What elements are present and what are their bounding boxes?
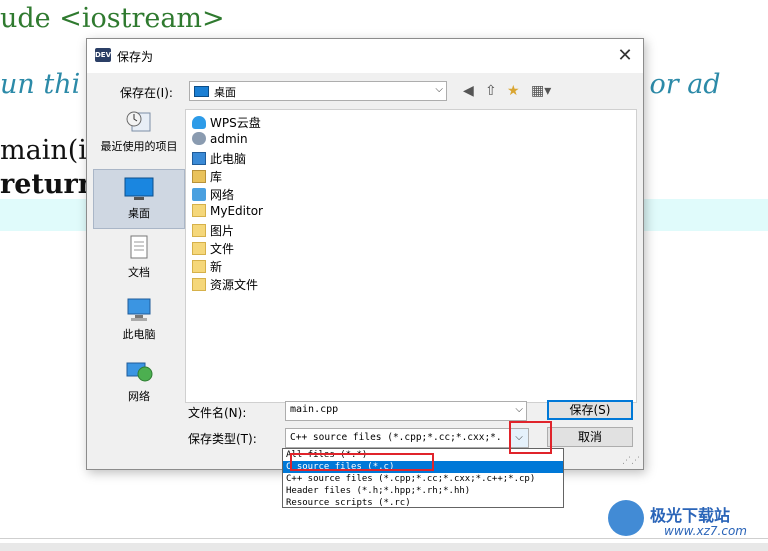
desktop-icon	[124, 177, 154, 200]
folder-icon	[192, 224, 206, 237]
dialog-title: 保存为	[117, 50, 154, 64]
list-item[interactable]: WPS云盘	[192, 114, 261, 132]
save-as-dialog: DEV 保存为 ✕ 保存在(I): 桌面 ⌵ ◀ ⇧ ★ ▦▾ 最近使用的项目 …	[86, 38, 644, 470]
file-list[interactable]: WPS云盘 admin 此电脑 库 网络 MyEditor 图片 文件 新 资源…	[185, 109, 637, 403]
filename-value: main.cpp	[290, 404, 339, 415]
filetype-option[interactable]: Header files (*.h;*.hpp;*.rh;*.hh)	[283, 485, 563, 497]
code-line-return: return	[0, 169, 98, 200]
list-item[interactable]: 库	[192, 168, 222, 186]
computer-icon	[192, 152, 206, 165]
list-item[interactable]: 此电脑	[192, 150, 246, 168]
network-icon	[192, 188, 206, 201]
desktop-mini-icon	[194, 86, 209, 97]
places-bar: 最近使用的项目 桌面 文档 此电脑 网络	[93, 109, 185, 403]
view-menu-icon[interactable]: ▦▾	[531, 83, 551, 99]
annotation-highlight-arrow	[509, 421, 552, 454]
filename-input[interactable]: main.cpp ⌵	[285, 401, 527, 421]
dialog-titlebar[interactable]: DEV 保存为 ✕	[87, 39, 643, 73]
list-item[interactable]: 网络	[192, 186, 234, 204]
save-in-combo[interactable]: 桌面 ⌵	[189, 81, 447, 101]
list-item[interactable]: 资源文件	[192, 276, 258, 294]
place-computer[interactable]: 此电脑	[93, 297, 185, 357]
back-icon[interactable]: ◀	[463, 83, 474, 99]
library-icon	[192, 170, 206, 183]
folder-icon	[192, 260, 206, 273]
list-item[interactable]: admin	[192, 132, 248, 150]
filetype-value: C++ source files (*.cpp;*.cc;*.cxx;*.	[290, 432, 502, 443]
place-documents[interactable]: 文档	[93, 235, 185, 295]
recent-icon	[126, 111, 151, 132]
code-line-main: main(i	[0, 135, 87, 166]
list-item[interactable]: MyEditor	[192, 204, 263, 222]
place-recent[interactable]: 最近使用的项目	[93, 109, 185, 169]
filetype-option[interactable]: C++ source files (*.cpp;*.cc;*.cxx;*.c++…	[283, 473, 563, 485]
documents-icon	[130, 235, 148, 259]
save-button[interactable]: 保存(S)	[547, 400, 633, 420]
list-item[interactable]: 文件	[192, 240, 234, 258]
user-icon	[192, 132, 206, 145]
list-item[interactable]: 图片	[192, 222, 234, 240]
app-icon: DEV	[95, 48, 111, 62]
cancel-button[interactable]: 取消	[547, 427, 633, 447]
filetype-select[interactable]: C++ source files (*.cpp;*.cc;*.cxx;*. ⌵	[285, 428, 529, 448]
filetype-option[interactable]: Resource scripts (*.rc)	[283, 497, 563, 509]
filename-label: 文件名(N):	[188, 406, 247, 420]
watermark-name: 极光下载站	[650, 506, 731, 525]
watermark-logo-icon	[608, 500, 644, 536]
folder-icon	[192, 278, 206, 291]
save-in-label: 保存在(I):	[120, 86, 173, 100]
filetype-label: 保存类型(T):	[188, 432, 257, 446]
annotation-highlight-option	[290, 453, 434, 471]
up-folder-icon[interactable]: ⇧	[485, 83, 497, 99]
save-in-value: 桌面	[214, 86, 236, 99]
cloud-icon	[192, 116, 206, 129]
chevron-down-icon[interactable]: ⌵	[515, 404, 523, 415]
place-desktop[interactable]: 桌面	[93, 169, 185, 229]
code-line-comment: un thi	[0, 69, 81, 100]
watermark-url: www.xz7.com	[664, 524, 747, 538]
folder-icon	[192, 242, 206, 255]
chevron-down-icon[interactable]: ⌵	[435, 84, 443, 95]
new-folder-icon[interactable]: ★	[507, 83, 520, 99]
network-icon	[126, 362, 153, 382]
place-network[interactable]: 网络	[93, 359, 185, 419]
folder-icon	[192, 204, 206, 217]
resize-grip-icon[interactable]: ⋰⋰	[622, 456, 640, 466]
horizontal-scrollbar[interactable]	[0, 543, 768, 551]
code-line-include: ude <iostream>	[0, 3, 225, 34]
computer-icon	[127, 298, 151, 321]
watermark: 极光下载站 www.xz7.com	[608, 496, 764, 544]
list-item[interactable]: 新	[192, 258, 222, 276]
close-icon[interactable]: ✕	[613, 44, 637, 68]
